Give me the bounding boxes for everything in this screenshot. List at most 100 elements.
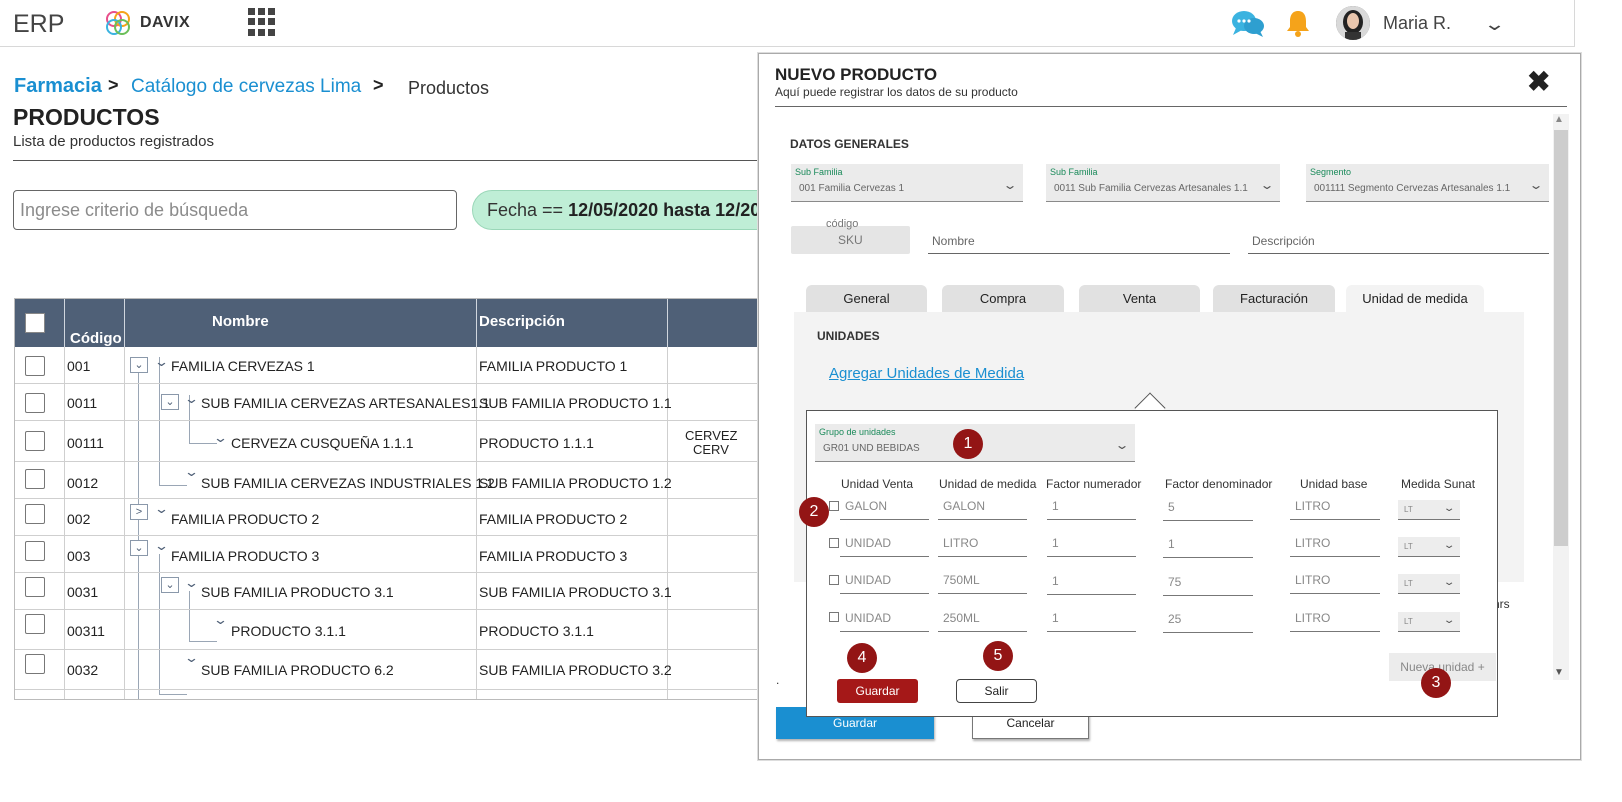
- row-description: SUB FAMILIA PRODUCTO 1.1: [479, 395, 672, 411]
- base-unit-field[interactable]: LITRO: [1290, 533, 1380, 557]
- row-checkbox[interactable]: [25, 614, 45, 634]
- chevron-down-icon[interactable]: ⌄: [184, 575, 199, 591]
- select-all-checkbox[interactable]: [25, 313, 45, 333]
- unit-row-checkbox[interactable]: [829, 612, 839, 622]
- chevron-down-icon[interactable]: ⌄: [154, 538, 169, 554]
- tab-unidad-de-medida[interactable]: Unidad de medida: [1346, 285, 1484, 312]
- davix-logo-icon: [106, 11, 130, 35]
- chevron-down-icon[interactable]: ⌄: [213, 612, 228, 628]
- expand-toggle[interactable]: ⌄: [130, 357, 148, 373]
- denominator-field[interactable]: 5: [1163, 497, 1253, 521]
- sunat-select[interactable]: LT ⌄: [1398, 500, 1460, 520]
- table-row[interactable]: 003 ⌄ ⌄ FAMILIA PRODUCTO 3 FAMILIA PRODU…: [15, 536, 759, 573]
- name-input[interactable]: [928, 228, 1230, 254]
- search-input[interactable]: [13, 190, 457, 230]
- row-code: 0032: [67, 662, 99, 678]
- segment-select[interactable]: Segmento 001111 Segmento Cervezas Artesa…: [1306, 164, 1549, 202]
- numerator-field[interactable]: 1: [1047, 571, 1136, 595]
- scroll-up-arrow-icon[interactable]: ▲: [1554, 114, 1564, 125]
- numerator-field[interactable]: 1: [1047, 496, 1136, 520]
- table-row[interactable]: 00311 ⌄ PRODUCTO 3.1.1 PRODUCTO 3.1.1: [15, 610, 759, 650]
- tab-compra[interactable]: Compra: [942, 285, 1064, 312]
- row-checkbox[interactable]: [25, 654, 45, 674]
- chevron-down-icon: ⌄: [1442, 577, 1456, 588]
- row-checkbox[interactable]: [25, 356, 45, 376]
- chevron-down-icon[interactable]: ⌄: [213, 430, 228, 446]
- breadcrumb-catalogo[interactable]: Catálogo de cervezas Lima: [131, 76, 361, 98]
- row-name: FAMILIA PRODUCTO 3: [171, 548, 320, 564]
- units-exit-button[interactable]: Salir: [956, 679, 1037, 703]
- row-checkbox[interactable]: [25, 393, 45, 413]
- add-units-link[interactable]: Agregar Unidades de Medida: [829, 365, 1024, 382]
- chevron-down-icon[interactable]: ⌄: [184, 464, 199, 480]
- avatar[interactable]: [1336, 6, 1370, 40]
- close-icon[interactable]: ✖: [1527, 68, 1550, 96]
- row-checkbox[interactable]: [25, 469, 45, 489]
- denominator-field[interactable]: 25: [1163, 609, 1253, 633]
- chat-icon[interactable]: [1230, 8, 1266, 40]
- table-row[interactable]: 002 > ⌄ FAMILIA PRODUCTO 2 FAMILIA PRODU…: [15, 499, 759, 536]
- scrollbar-thumb[interactable]: [1554, 130, 1568, 546]
- breadcrumb-farmacia[interactable]: Farmacia: [14, 75, 102, 98]
- row-checkbox[interactable]: [25, 577, 45, 597]
- table-row[interactable]: 0032 ⌄ SUB FAMILIA PRODUCTO 6.2 SUB FAMI…: [15, 650, 759, 690]
- expand-toggle[interactable]: ⌄: [161, 394, 179, 410]
- measure-field[interactable]: LITRO: [938, 533, 1027, 557]
- subfamily-select[interactable]: Sub Familia 001 Familia Cervezas 1 ⌄: [791, 164, 1023, 202]
- measure-field[interactable]: 750ML: [938, 570, 1027, 594]
- tab-facturacion[interactable]: Facturación: [1213, 285, 1335, 312]
- apps-grid-icon[interactable]: [248, 8, 276, 36]
- tab-venta[interactable]: Venta: [1079, 285, 1200, 312]
- notification-bell-icon[interactable]: [1284, 8, 1312, 38]
- expand-toggle[interactable]: >: [130, 504, 148, 520]
- column-header-code[interactable]: Código: [70, 330, 122, 347]
- base-unit-field[interactable]: LITRO: [1290, 570, 1380, 594]
- denominator-field[interactable]: 1: [1163, 534, 1253, 558]
- sale-unit-field[interactable]: UNIDAD: [840, 608, 929, 632]
- sale-unit-field[interactable]: UNIDAD: [840, 533, 929, 557]
- chevron-down-icon[interactable]: ⌄: [154, 501, 169, 517]
- measure-field[interactable]: 250ML: [938, 608, 1027, 632]
- row-checkbox[interactable]: [25, 541, 45, 561]
- base-unit-field[interactable]: LITRO: [1290, 608, 1380, 632]
- chevron-down-icon[interactable]: ⌄: [184, 391, 199, 407]
- denominator-field[interactable]: 75: [1163, 572, 1253, 596]
- sale-unit-field[interactable]: UNIDAD: [840, 570, 929, 594]
- row-checkbox[interactable]: [25, 504, 45, 524]
- table-row[interactable]: 0011 ⌄ ⌄ SUB FAMILIA CERVEZAS ARTESANALE…: [15, 384, 759, 421]
- sunat-select[interactable]: LT ⌄: [1398, 574, 1460, 594]
- chevron-down-icon[interactable]: ⌄: [184, 650, 199, 666]
- expand-toggle[interactable]: ⌄: [161, 577, 179, 593]
- column-header-description[interactable]: Descripción: [479, 313, 565, 330]
- table-row[interactable]: 0012 ⌄ SUB FAMILIA CERVEZAS INDUSTRIALES…: [15, 462, 759, 499]
- unit-row-checkbox[interactable]: [829, 538, 839, 548]
- units-save-button[interactable]: Guardar: [837, 679, 918, 703]
- table-row[interactable]: 00111 ⌄ CERVEZA CUSQUEÑA 1.1.1 PRODUCTO …: [15, 421, 759, 462]
- row-code: 0011: [67, 395, 98, 411]
- column-header-name[interactable]: Nombre: [212, 313, 269, 330]
- numerator-field[interactable]: 1: [1047, 533, 1136, 557]
- date-filter-chip[interactable]: Fecha == 12/05/2020 hasta 12/20/: [472, 190, 792, 230]
- modal-title: NUEVO PRODUCTO: [775, 65, 938, 84]
- subfamily-2-select[interactable]: Sub Familia 0011 Sub Familia Cervezas Ar…: [1046, 164, 1280, 202]
- sale-unit-field[interactable]: GALON: [840, 496, 929, 520]
- sunat-select[interactable]: LT ⌄: [1398, 612, 1460, 632]
- measure-field[interactable]: GALON: [938, 496, 1027, 520]
- unit-row-checkbox[interactable]: [829, 501, 839, 511]
- base-unit-field[interactable]: LITRO: [1290, 496, 1380, 520]
- sunat-select[interactable]: LT ⌄: [1398, 537, 1460, 557]
- table-row[interactable]: 001 ⌄ ⌄ FAMILIA CERVEZAS 1 FAMILIA PRODU…: [15, 347, 759, 384]
- step-badge-2: 2: [799, 497, 829, 527]
- table-row[interactable]: 0031 ⌄ ⌄ SUB FAMILIA PRODUCTO 3.1 SUB FA…: [15, 573, 759, 610]
- expand-toggle[interactable]: ⌄: [130, 540, 148, 556]
- chevron-down-icon[interactable]: ⌄: [1483, 14, 1506, 35]
- tab-general[interactable]: General: [806, 285, 927, 312]
- numerator-field[interactable]: 1: [1047, 608, 1136, 632]
- row-checkbox[interactable]: [25, 431, 45, 451]
- unit-row-checkbox[interactable]: [829, 575, 839, 585]
- user-name[interactable]: Maria R.: [1383, 13, 1451, 34]
- description-input[interactable]: [1248, 228, 1549, 254]
- row-name: FAMILIA CERVEZAS 1: [171, 358, 315, 374]
- scroll-down-arrow-icon[interactable]: ▼: [1554, 667, 1564, 678]
- chevron-down-icon[interactable]: ⌄: [154, 354, 169, 370]
